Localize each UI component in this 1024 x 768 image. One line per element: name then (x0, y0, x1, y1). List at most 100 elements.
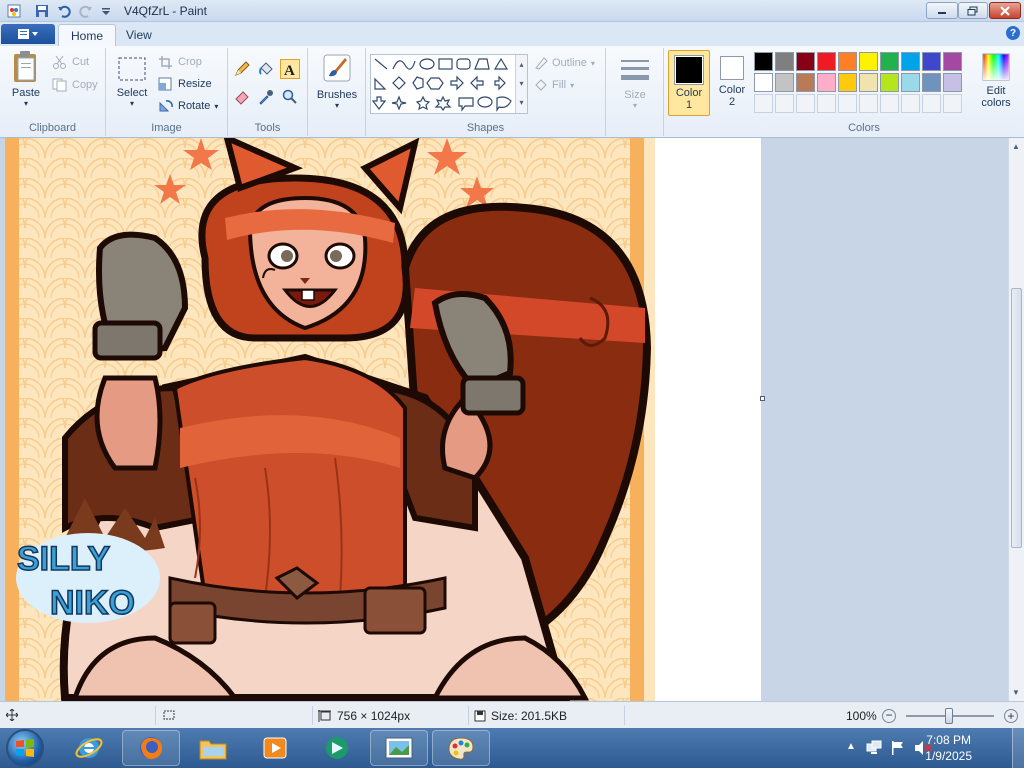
undo-icon[interactable] (56, 3, 72, 19)
palette-swatch[interactable] (775, 73, 794, 92)
palette-swatch[interactable] (796, 73, 815, 92)
cut-button[interactable]: Cut (52, 55, 89, 69)
palette-swatch[interactable] (754, 52, 773, 71)
size-group: Size ▾ (606, 48, 664, 136)
taskbar-photo-viewer[interactable] (370, 730, 428, 766)
palette-swatch[interactable] (901, 73, 920, 92)
outline-button[interactable]: Outline ▾ (534, 56, 595, 70)
palette-swatch[interactable] (922, 73, 941, 92)
custom-color-slot[interactable] (859, 94, 878, 113)
rotate-button[interactable]: Rotate ▾ (158, 99, 218, 113)
selection-size (162, 709, 176, 721)
paint-app-icon[interactable] (6, 3, 22, 19)
palette-swatch[interactable] (838, 73, 857, 92)
folder-icon (199, 740, 227, 760)
copy-button[interactable]: Copy (52, 78, 98, 92)
save-icon[interactable] (34, 3, 50, 19)
palette-swatch[interactable] (775, 52, 794, 71)
eyedropper-icon (259, 90, 273, 105)
taskbar-internet-explorer[interactable] (60, 730, 118, 766)
palette-swatch[interactable] (754, 73, 773, 92)
color-picker-tool[interactable] (256, 87, 276, 107)
canvas-extension[interactable] (655, 138, 761, 701)
flag-icon[interactable] (890, 740, 904, 759)
show-desktop-button[interactable] (1012, 728, 1024, 768)
palette-swatch[interactable] (796, 52, 815, 71)
edit-colors-button[interactable]: Edit colors (974, 52, 1018, 109)
palette-swatch[interactable] (817, 52, 836, 71)
paste-button[interactable]: Paste ▾ (6, 50, 46, 108)
fill-icon (535, 79, 547, 91)
custom-color-slot[interactable] (943, 94, 962, 113)
palette-swatch[interactable] (817, 73, 836, 92)
customize-toolbar-icon[interactable] (98, 3, 114, 19)
custom-color-slot[interactable] (817, 94, 836, 113)
resize-handle[interactable] (760, 396, 765, 401)
scroll-up-icon[interactable]: ▲ (1012, 142, 1020, 151)
fill-button[interactable]: Fill ▾ (534, 78, 574, 92)
canvas-area[interactable]: SILLY NIKO (0, 138, 1008, 701)
dimensions-text: 756 × 1024px (337, 709, 411, 723)
tab-home[interactable]: Home (58, 24, 117, 46)
taskbar-file-explorer[interactable] (184, 730, 242, 766)
file-menu-button[interactable] (1, 24, 55, 44)
taskbar-app-green[interactable] (308, 730, 366, 766)
custom-color-slot[interactable] (754, 94, 773, 113)
fill-tool[interactable] (256, 59, 276, 79)
taskbar-media-player[interactable] (246, 730, 304, 766)
color2-button[interactable]: Color 2 (712, 50, 752, 116)
close-button[interactable] (989, 2, 1021, 19)
start-button[interactable] (6, 729, 44, 767)
file-menu-icon (18, 29, 38, 39)
zoom-out-button[interactable]: − (882, 709, 896, 723)
select-button[interactable]: Select ▾ (112, 54, 152, 108)
text-tool[interactable]: A (280, 59, 300, 79)
vertical-scrollbar[interactable]: ▲ ▼ (1008, 138, 1024, 701)
tab-view[interactable]: View (114, 24, 164, 46)
size-button[interactable]: Size ▾ (614, 56, 656, 110)
resize-button[interactable]: Resize (158, 77, 212, 91)
palette-swatch[interactable] (838, 52, 857, 71)
shapes-gallery[interactable]: ▴ ▾ ▾ (370, 54, 528, 114)
shapes-scroll[interactable]: ▴ ▾ ▾ (515, 55, 527, 113)
minimize-button[interactable] (926, 2, 958, 19)
redo-icon[interactable] (78, 3, 94, 19)
color1-button[interactable]: Color 1 (668, 50, 710, 116)
artwork-image[interactable]: SILLY NIKO (5, 138, 655, 701)
custom-color-slot[interactable] (775, 94, 794, 113)
color2-label: Color (718, 84, 746, 96)
network-icon[interactable] (866, 740, 882, 759)
custom-color-slot[interactable] (901, 94, 920, 113)
custom-color-slot[interactable] (922, 94, 941, 113)
magnifier-tool[interactable] (280, 87, 300, 107)
eraser-tool[interactable] (232, 87, 252, 107)
custom-color-slot[interactable] (838, 94, 857, 113)
image-group-label: Image (151, 122, 182, 134)
zoom-in-button[interactable]: + (1004, 709, 1018, 723)
palette-swatch[interactable] (859, 73, 878, 92)
system-clock[interactable]: 7:08 PM 1/9/2025 (925, 732, 972, 764)
custom-color-slot[interactable] (796, 94, 815, 113)
brushes-button[interactable]: Brushes ▾ (314, 52, 360, 110)
palette-swatch[interactable] (901, 52, 920, 71)
taskbar-firefox[interactable] (122, 730, 180, 766)
custom-color-slot[interactable] (880, 94, 899, 113)
palette-swatch[interactable] (943, 52, 962, 71)
taskbar-paint[interactable] (432, 730, 490, 766)
palette-swatch[interactable] (880, 52, 899, 71)
copy-label: Copy (72, 79, 98, 91)
scroll-down-icon[interactable]: ▼ (1012, 688, 1020, 697)
palette-swatch[interactable] (922, 52, 941, 71)
help-icon[interactable]: ? (1006, 26, 1020, 40)
scroll-thumb[interactable] (1011, 288, 1022, 548)
tray-expand-icon[interactable]: ▲ (846, 741, 856, 752)
pencil-tool[interactable] (232, 59, 252, 79)
palette-swatch[interactable] (859, 52, 878, 71)
zoom-slider-thumb[interactable] (945, 708, 953, 724)
selection-icon (163, 710, 175, 720)
crop-button[interactable]: Crop (158, 55, 202, 69)
restore-button[interactable] (958, 2, 988, 19)
fill-label: Fill (552, 79, 567, 91)
palette-swatch[interactable] (880, 73, 899, 92)
palette-swatch[interactable] (943, 73, 962, 92)
